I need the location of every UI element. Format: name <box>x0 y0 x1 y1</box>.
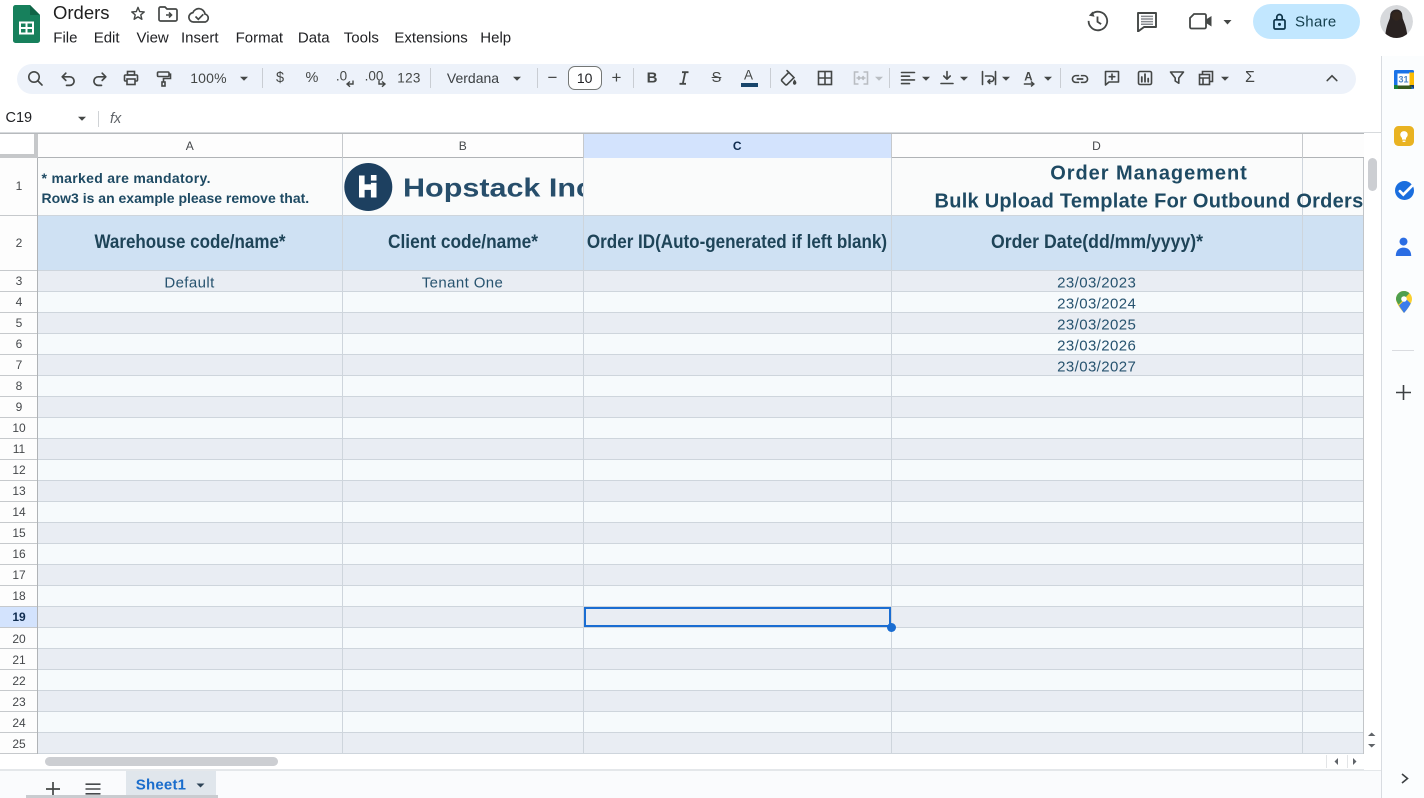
svg-text:Hopstack Inc: Hopstack Inc <box>403 172 583 202</box>
svg-text:31: 31 <box>1398 74 1408 84</box>
